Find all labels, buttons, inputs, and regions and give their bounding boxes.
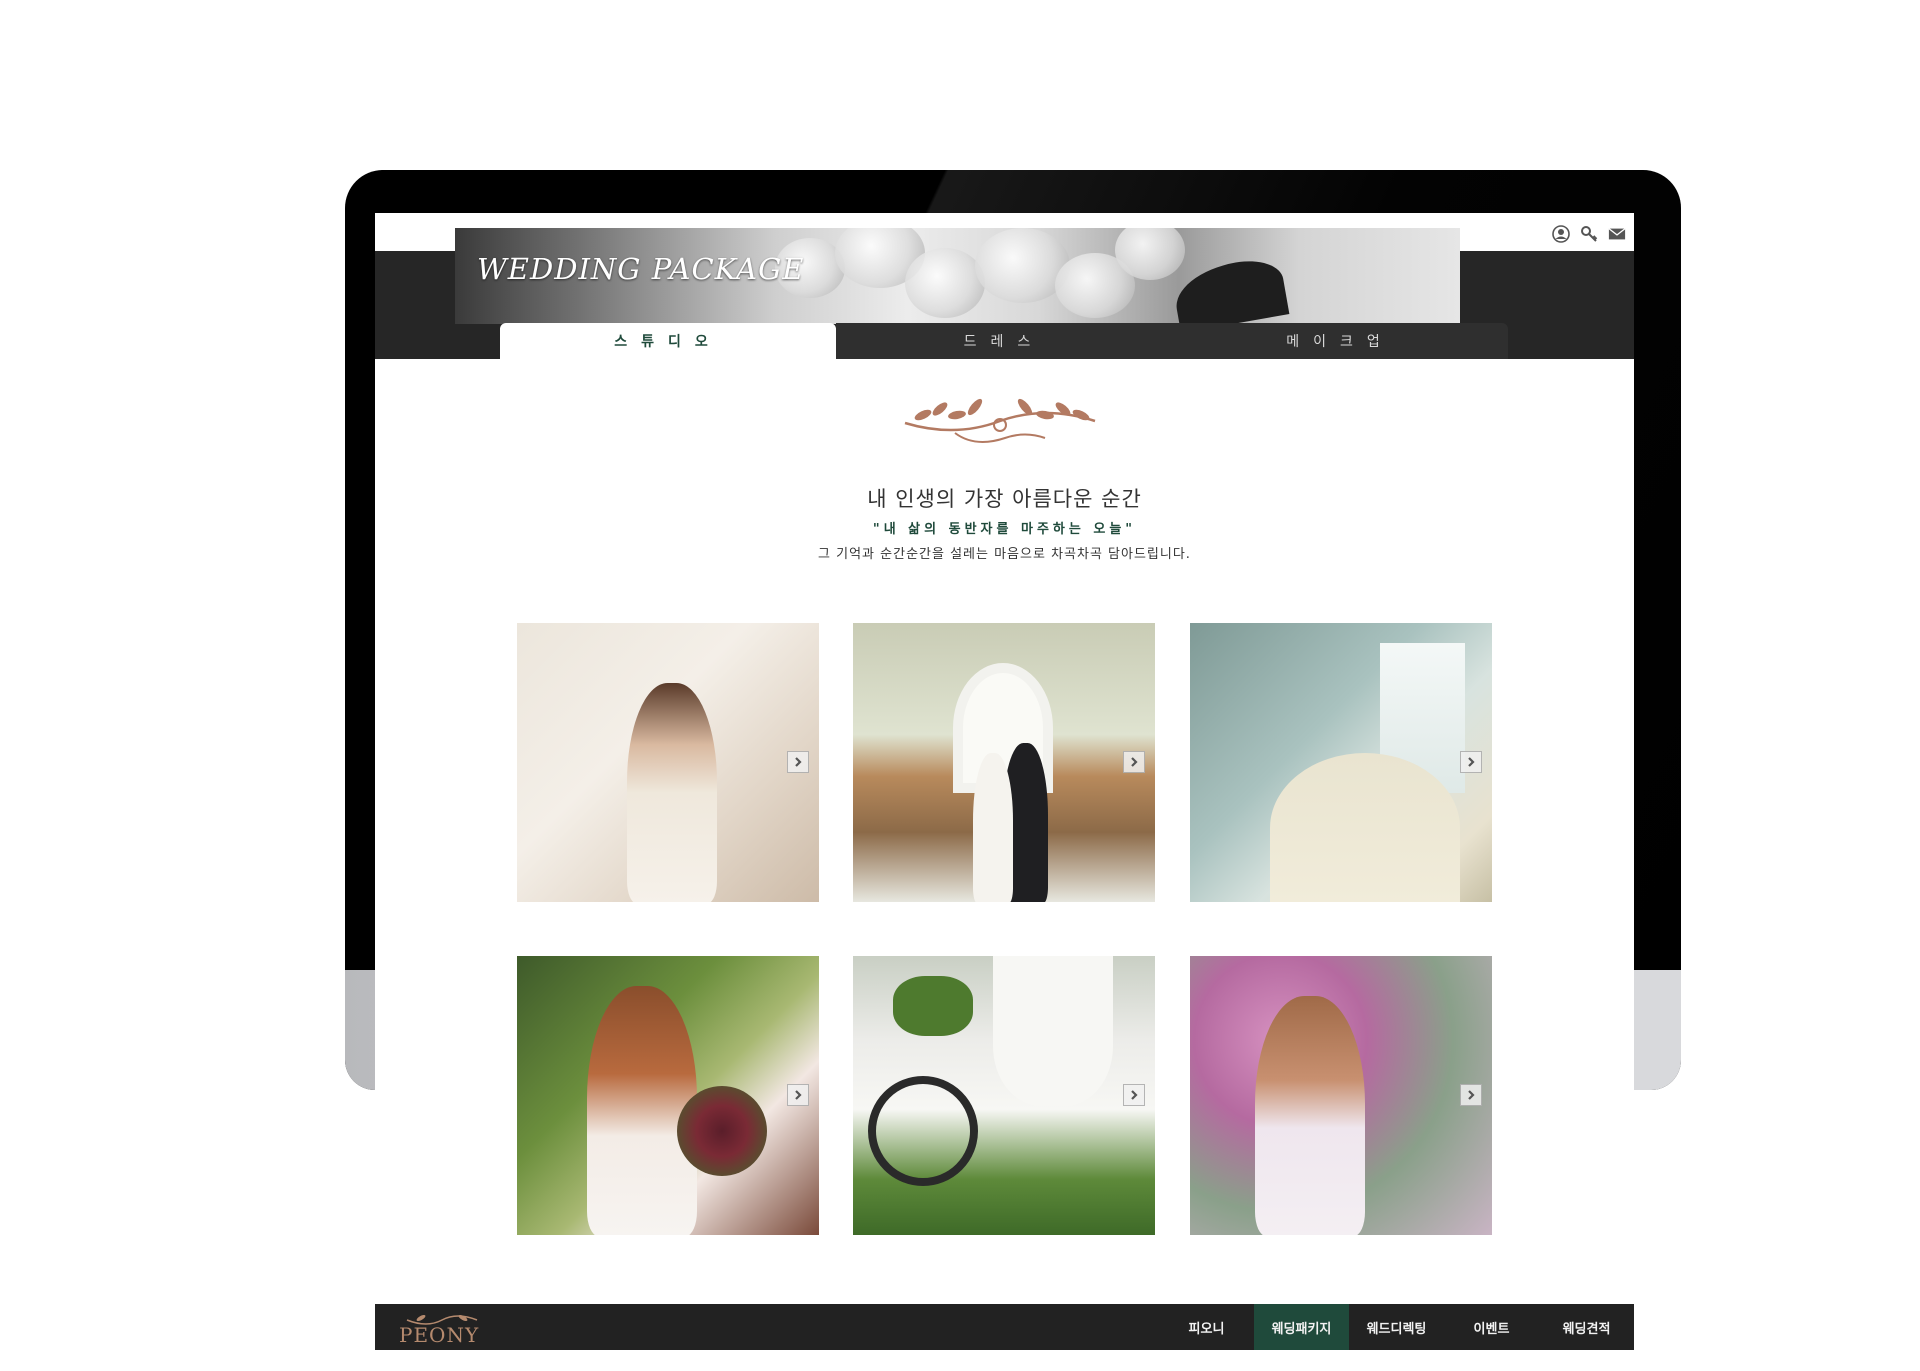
- tab-studio[interactable]: 스튜디오: [500, 323, 836, 359]
- nav-wedding-package[interactable]: 웨딩패키지: [1254, 1304, 1349, 1350]
- footer-nav-bar: PEONY 피오니 웨딩패키지 웨드디렉팅 이벤트 웨딩견적: [375, 1304, 1634, 1350]
- petal: [1115, 228, 1185, 280]
- banner-title: WEDDING PACKAGE: [477, 252, 805, 286]
- gallery-card[interactable]: [853, 623, 1155, 902]
- page: WEDDING PACKAGE 스튜디오 드레스 메이크업 내 인생의 가장 아…: [0, 0, 1920, 1371]
- mail-icon[interactable]: [1608, 225, 1626, 243]
- hero-quote: "내 삶의 동반자를 마주하는 오늘": [872, 522, 1137, 537]
- top-icons: [1552, 225, 1626, 243]
- chevron-right-icon[interactable]: [1123, 751, 1145, 773]
- petal: [905, 248, 985, 318]
- tab-makeup[interactable]: 메이크업: [1172, 323, 1508, 359]
- photo-bride-with-bouquet: [517, 956, 819, 1235]
- leaf: [1170, 254, 1290, 324]
- user-icon[interactable]: [1552, 225, 1570, 243]
- nav-peony[interactable]: 피오니: [1159, 1304, 1254, 1350]
- bride-figure: [627, 683, 717, 902]
- bouquet: [677, 1086, 767, 1176]
- photo-couple-with-bicycle: [853, 956, 1155, 1235]
- photo-bride-on-sofa: [517, 623, 819, 902]
- chevron-right-icon[interactable]: [1460, 1084, 1482, 1106]
- gallery-card[interactable]: [853, 956, 1155, 1235]
- header-banner: WEDDING PACKAGE: [455, 228, 1460, 324]
- photo-bride-in-blossoms: [1190, 956, 1492, 1235]
- chevron-right-icon[interactable]: [787, 751, 809, 773]
- chevron-right-icon[interactable]: [787, 1084, 809, 1106]
- nav-wedding-estimate[interactable]: 웨딩견적: [1539, 1304, 1634, 1350]
- gallery-card[interactable]: [1190, 623, 1492, 902]
- photo-bride-in-room: [1190, 623, 1492, 902]
- bicycle-wheel: [868, 1076, 978, 1186]
- floral-ornament-icon: [904, 398, 1096, 443]
- hero-subline: 그 기억과 순간순간을 설레는 마음으로 차곡차곡 담아드립니다.: [818, 547, 1191, 562]
- category-tabs: 스튜디오 드레스 메이크업: [500, 323, 1508, 359]
- nav-wedding-directing[interactable]: 웨드디렉팅: [1349, 1304, 1444, 1350]
- chevron-right-icon[interactable]: [1460, 751, 1482, 773]
- photo-gallery: [517, 623, 1492, 1238]
- chevron-right-icon[interactable]: [1123, 1084, 1145, 1106]
- tab-dress[interactable]: 드레스: [836, 323, 1172, 359]
- gallery-card[interactable]: [1190, 956, 1492, 1235]
- hero-headline: 내 인생의 가장 아름다운 순간: [867, 487, 1142, 511]
- browser-screen: WEDDING PACKAGE 스튜디오 드레스 메이크업 내 인생의 가장 아…: [375, 213, 1634, 1350]
- nav-event[interactable]: 이벤트: [1444, 1304, 1539, 1350]
- footer-logo-text[interactable]: PEONY: [399, 1323, 479, 1347]
- footer-nav: 피오니 웨딩패키지 웨드디렉팅 이벤트 웨딩견적: [1159, 1304, 1634, 1350]
- bride-figure: [1255, 996, 1365, 1235]
- gallery-card[interactable]: [517, 623, 819, 902]
- plant-basket: [893, 976, 973, 1036]
- bride-gown: [1270, 753, 1460, 902]
- key-icon[interactable]: [1580, 225, 1598, 243]
- bride-figure: [973, 753, 1013, 902]
- bride-dress: [993, 956, 1113, 1106]
- photo-couple-kissing-doorway: [853, 623, 1155, 902]
- gallery-card[interactable]: [517, 956, 819, 1235]
